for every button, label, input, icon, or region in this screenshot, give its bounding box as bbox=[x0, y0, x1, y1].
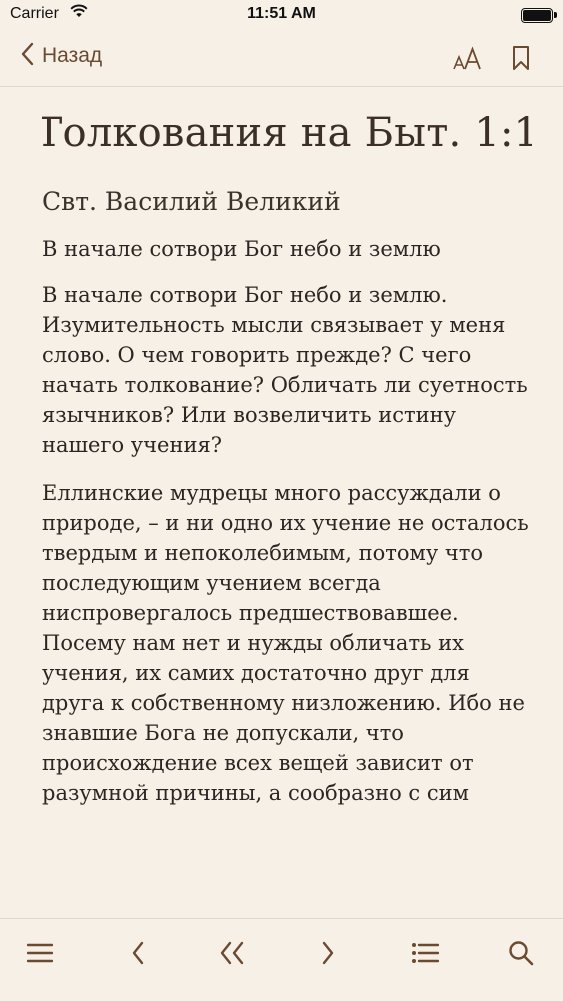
menu-button[interactable] bbox=[22, 937, 58, 973]
menu-icon bbox=[26, 942, 54, 968]
author-heading: Свт. Василий Великий bbox=[42, 187, 341, 216]
bottom-toolbar bbox=[0, 918, 563, 1001]
paragraph-2: Еллинские мудрецы много рассуждали о при… bbox=[42, 481, 529, 805]
paragraph-lead: В начале сотвори Бог небо и землю. bbox=[42, 283, 448, 307]
bookmark-icon bbox=[511, 46, 531, 75]
verse-heading: В начале сотвори Бог небо и землю bbox=[42, 237, 441, 261]
list-icon bbox=[411, 942, 440, 968]
bookmark-button[interactable] bbox=[511, 45, 531, 75]
double-chevron-left-icon bbox=[218, 941, 246, 969]
chevron-left-icon bbox=[131, 941, 145, 969]
font-size-icon bbox=[452, 46, 482, 76]
previous-button[interactable] bbox=[120, 937, 156, 973]
contents-button[interactable] bbox=[407, 937, 443, 973]
paragraph-body: Изумительность мысли связывает у меня сл… bbox=[42, 313, 528, 457]
paragraph-1: В начале сотвори Бог небо и землю. Изуми… bbox=[42, 280, 532, 460]
back-button[interactable]: Назад bbox=[20, 42, 102, 70]
font-size-button[interactable] bbox=[452, 46, 482, 76]
page-title: Толкования на Быт. 1:1 bbox=[42, 110, 532, 156]
search-button[interactable] bbox=[503, 937, 539, 973]
battery-tip bbox=[554, 12, 557, 18]
first-page-button[interactable] bbox=[214, 937, 250, 973]
status-bar: Carrier 11:51 AM bbox=[0, 0, 563, 30]
battery-icon bbox=[521, 8, 553, 23]
navigation-bar: Назад bbox=[0, 30, 563, 87]
reading-content: Толкования на Быт. 1:1 Свт. Василий Вели… bbox=[42, 88, 532, 918]
clock: 11:51 AM bbox=[247, 5, 316, 22]
chevron-left-icon bbox=[20, 42, 34, 70]
back-label: Назад bbox=[42, 44, 103, 67]
search-icon bbox=[508, 940, 534, 970]
next-button[interactable] bbox=[310, 937, 346, 973]
chevron-right-icon bbox=[321, 941, 335, 969]
